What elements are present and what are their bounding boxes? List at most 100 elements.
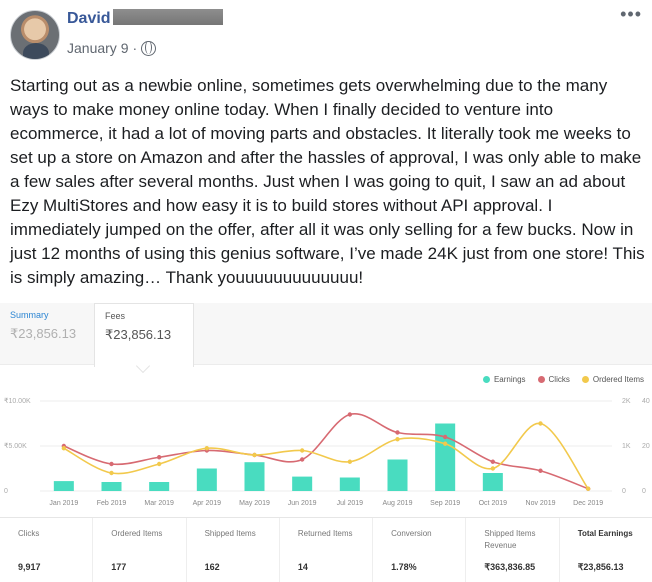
author-avatar[interactable] [10,10,60,60]
tab-summary[interactable]: Summary ₹23,856.13 [0,303,92,365]
clicks-point [490,459,496,464]
stat-value: 177 [111,562,127,572]
ordered-line [63,422,589,490]
post-header: David January 9 · ••• [0,0,652,70]
post-body-text: Starting out as a newbie online, sometim… [10,76,645,287]
x-tick-label: Mar 2019 [144,500,174,507]
stat-label: Conversion [391,529,432,538]
stats-row: Clicks 9,917 Ordered Items 177 Shipped Items… [0,517,652,582]
stat-value: 14 [297,562,308,572]
clicks-point [538,468,543,473]
ordered-point [585,486,591,491]
post-date[interactable]: January 9 [67,40,128,56]
y-tick-label-left: ₹5.00K [4,442,27,450]
legend-clicks[interactable]: Clicks [537,375,570,384]
x-tick-label: Oct 2019 [479,500,508,507]
clicks-point [109,461,114,467]
legend-earnings[interactable]: Earnings [482,375,526,384]
earnings-bar [244,462,265,491]
stat-value: ₹23,856.13 [577,562,624,572]
stat-shipped-items-revenue: Shipped Items Revenue ₹363,836.85 [466,518,560,582]
clicks-line [63,413,589,490]
ordered-point [538,421,543,426]
earnings-chart: Earnings Clicks Ordered Items ₹10.00K 2K 4… [0,365,652,515]
x-tick-label: Jul 2019 [337,500,364,507]
earnings-bar [339,477,360,491]
legend-ordered-swatch [581,376,589,383]
ordered-point [61,446,67,451]
y-tick-label-right-ordered: 40 [642,398,650,405]
stat-conversion: Conversion 1.78% [373,518,467,582]
meta-separator: · [132,40,138,56]
stat-returned-items: Returned Items 14 [280,518,374,582]
clicks-point [347,412,353,417]
earnings-bar [435,423,456,491]
stat-value: 9,917 [18,562,41,572]
more-options-button[interactable]: ••• [620,4,642,25]
ordered-point [109,470,114,476]
x-tick-label: Aug 2019 [383,500,413,507]
x-tick-label: Apr 2019 [193,500,222,507]
y-tick-label-right-ordered: 20 [642,443,650,450]
clicks-point [299,457,305,462]
stat-value: ₹363,836.85 [484,562,536,572]
stat-label: Ordered Items [111,529,163,538]
ordered-point [252,452,257,458]
author-name-text[interactable]: David [67,10,111,27]
globe-icon [141,40,157,56]
stat-label: Shipped Items Revenue [484,529,536,550]
author-name[interactable]: David [67,9,223,28]
x-tick-label: Sep 2019 [430,500,460,507]
ordered-point [347,459,353,464]
tab-summary-value: ₹23,856.13 [10,326,77,341]
ordered-point [156,461,162,467]
earnings-bar [149,482,170,491]
earnings-bar [53,481,74,491]
stat-label: Clicks [18,529,40,538]
stat-clicks: Clicks 9,917 [0,518,94,582]
chart-plot: ₹10.00K 2K 40 ₹5.00K 1K 20 0 0 0 Jan 2019 Feb 2019… [4,397,650,507]
earnings-bar [482,473,503,491]
dashboard-screenshot: Summary ₹23,856.13 Fees ₹23,856.13 Earni… [0,303,652,582]
earnings-bar [101,482,122,491]
tab-fees-label: Fees [105,311,126,321]
legend-clicks-label: Clicks [548,375,570,384]
earnings-bar [387,459,408,491]
y-tick-label-right-ordered: 0 [642,488,646,495]
x-tick-label: May 2019 [239,500,270,507]
y-tick-label-left: ₹10.00K [4,397,31,405]
clicks-point [442,434,448,440]
legend-ordered[interactable]: Ordered Items [581,375,644,384]
stat-label: Total Earnings [577,529,633,538]
ordered-point [490,466,496,471]
tab-fees-value: ₹23,856.13 [105,327,172,342]
redacted-name-block [112,9,223,25]
legend-earnings-label: Earnings [493,375,526,384]
stat-label: Shipped Items [204,529,256,538]
ordered-point [395,437,400,442]
x-tick-label: Nov 2019 [526,500,556,507]
x-tick-label: Jun 2019 [288,500,317,507]
stat-total-earnings: Total Earnings ₹23,856.13 [560,518,652,582]
stat-ordered-items: Ordered Items 177 [93,518,187,582]
x-tick-label: Dec 2019 [573,500,603,507]
stat-shipped-items: Shipped Items 162 [187,518,280,582]
stat-value: 162 [204,562,220,572]
earnings-bar [292,476,313,491]
summary-tabs: Summary ₹23,856.13 Fees ₹23,856.13 [0,303,652,374]
stat-value: 1.78% [391,562,417,572]
y-tick-label-right-clicks: 0 [622,488,626,495]
clicks-point [156,455,162,460]
y-tick-label-right-clicks: 2K [622,398,631,405]
ordered-point [442,441,448,446]
ordered-point [204,446,210,451]
post-meta: January 9 · [67,40,157,56]
y-tick-label-left: 0 [4,488,8,495]
legend-clicks-swatch [537,376,545,383]
tab-fees[interactable]: Fees ₹23,856.13 [94,303,194,367]
x-tick-label: Feb 2019 [97,500,127,507]
x-tick-label: Jan 2019 [49,500,78,507]
tab-summary-label: Summary [10,310,49,320]
legend-earnings-swatch [482,376,490,383]
stat-label: Returned Items [297,529,353,538]
